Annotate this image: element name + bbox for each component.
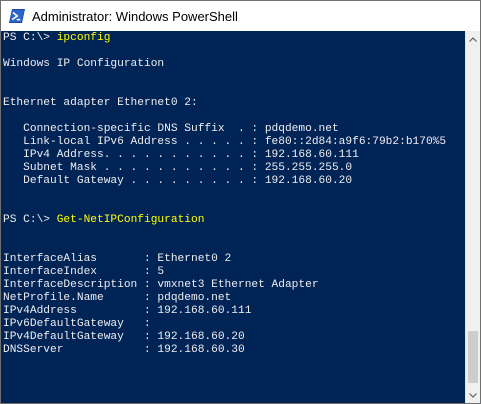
output-line: Default Gateway . . . . . . . . . : 192.… [3,175,353,187]
prompt-text: PS C:\> [3,214,57,226]
output-line: IPv6DefaultGateway : [3,318,151,330]
output-line: Connection-specific DNS Suffix . : pdqde… [3,123,339,135]
console-lines: PS C:\> ipconfig Windows IP Configuration… [3,32,446,357]
output-line: Link-local IPv6 Address . . . . . : fe80… [3,136,447,148]
output-line: IPv4Address : 192.168.60.111 [3,305,252,317]
output-line: Ethernet adapter Ethernet0 2: [3,97,198,109]
window-title: Administrator: Windows PowerShell [32,8,238,24]
output-line: DNSServer : 192.168.60.30 [3,344,245,356]
output-line: NetProfile.Name : pdqdemo.net [3,292,232,304]
output-line: Windows IP Configuration [3,58,165,70]
scroll-down-button[interactable] [466,387,480,403]
scroll-up-arrow-icon [469,36,477,42]
title-bar[interactable]: Administrator: Windows PowerShell [1,1,480,31]
console-output[interactable]: PS C:\> ipconfig Windows IP Configuration… [1,31,466,403]
scrollbar-thumb[interactable] [468,331,478,383]
output-line: InterfaceDescription : vmxnet3 Ethernet … [3,279,319,291]
output-line: IPv4 Address. . . . . . . . . . . : 192.… [3,149,359,161]
scroll-down-arrow-icon [469,392,477,398]
command-text: ipconfig [56,32,111,44]
command-text: Get-NetIPConfiguration [56,214,205,226]
prompt-line: PS C:\> Get-NetIPConfiguration [3,214,446,227]
powershell-window: Administrator: Windows PowerShell PS C:\… [0,0,481,404]
output-line: InterfaceAlias : Ethernet0 2 [3,253,232,265]
scroll-up-button[interactable] [466,31,480,47]
vertical-scrollbar[interactable] [465,31,480,403]
powershell-icon [9,9,25,23]
output-line: Subnet Mask . . . . . . . . . . . : 255.… [3,162,353,174]
output-line: InterfaceIndex : 5 [3,266,165,278]
prompt-text: PS C:\> [3,32,57,44]
prompt-line: PS C:\> ipconfig [3,32,446,45]
output-line: IPv4DefaultGateway : 192.168.60.20 [3,331,245,343]
